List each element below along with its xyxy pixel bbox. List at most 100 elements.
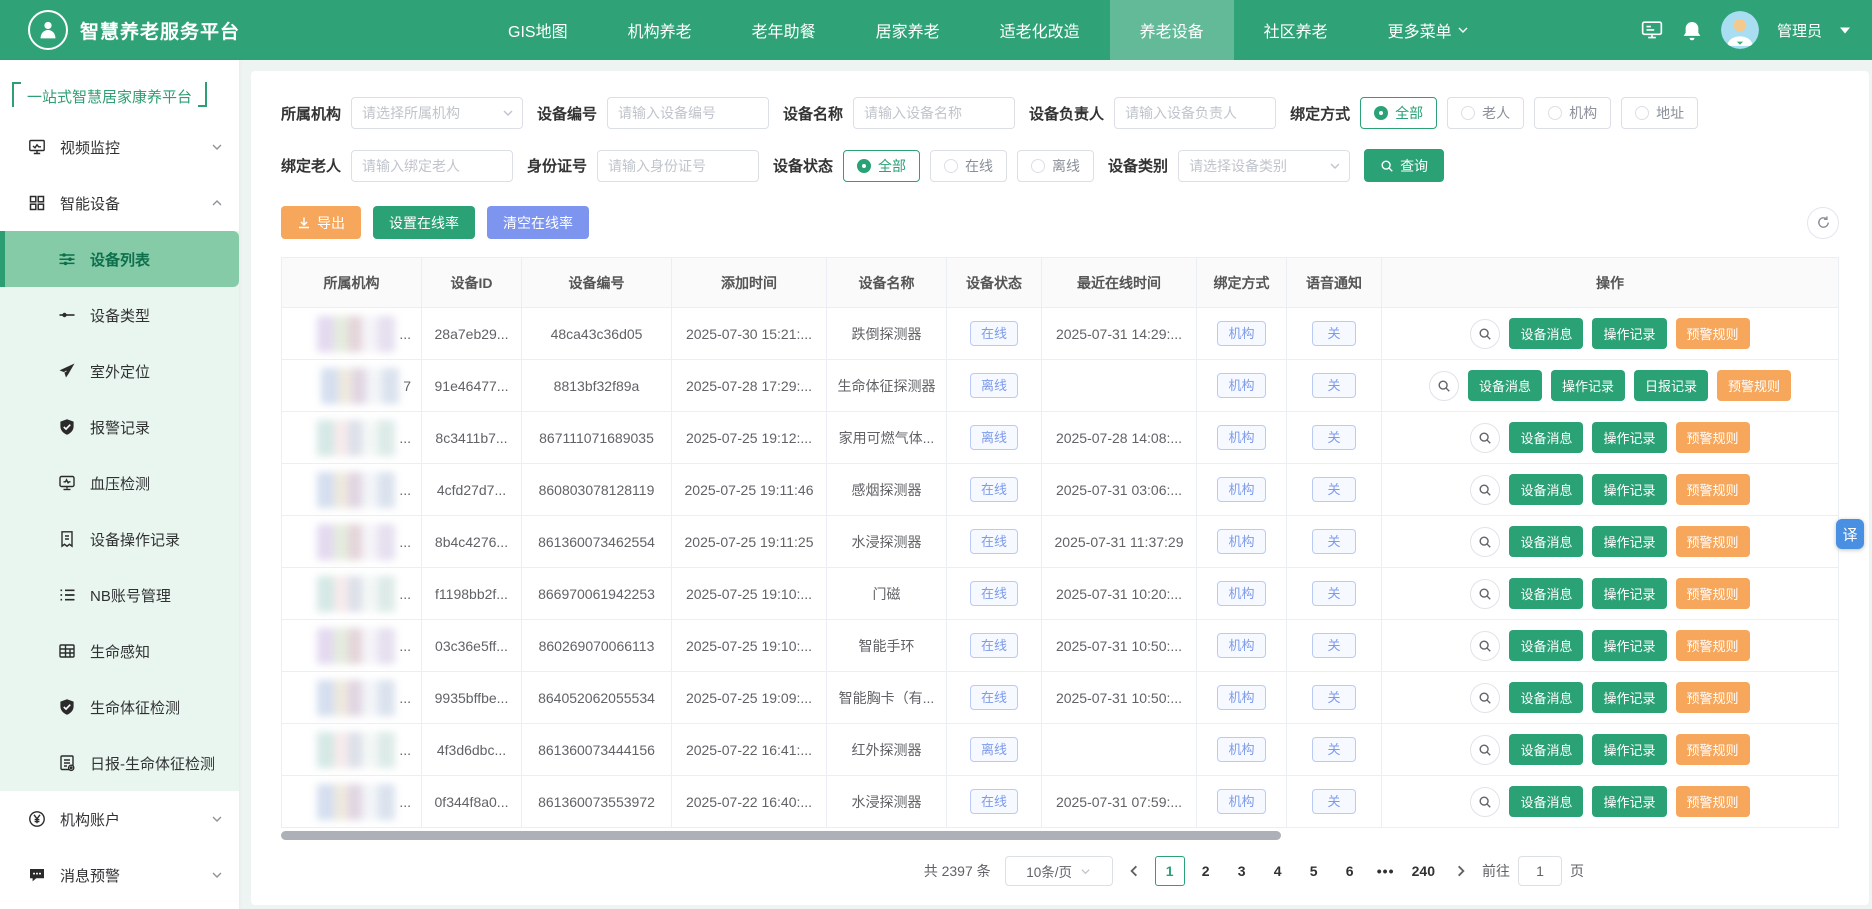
row-action-button[interactable]: 预警规则 xyxy=(1675,422,1750,453)
row-action-button[interactable]: 设备消息 xyxy=(1509,318,1584,349)
page-number[interactable]: 240 xyxy=(1407,856,1440,886)
page-number[interactable]: 4 xyxy=(1263,856,1293,886)
sidebar-subitem[interactable]: 室外定位 xyxy=(0,343,239,399)
row-action-button[interactable]: 预警规则 xyxy=(1675,474,1750,505)
bind-mode-option[interactable]: 地址 xyxy=(1621,97,1699,129)
sidebar-subitem[interactable]: 报警记录 xyxy=(0,399,239,455)
row-action-button[interactable]: 操作记录 xyxy=(1592,682,1667,713)
nav-item[interactable]: 社区养老 xyxy=(1234,0,1358,60)
row-action-button[interactable]: 操作记录 xyxy=(1592,422,1667,453)
export-button[interactable]: 导出 xyxy=(281,206,361,239)
row-search-button[interactable] xyxy=(1428,370,1459,401)
row-action-button[interactable]: 操作记录 xyxy=(1592,786,1667,817)
row-action-button[interactable]: 设备消息 xyxy=(1509,630,1584,661)
org-select[interactable]: 请选择所属机构 xyxy=(351,97,524,129)
avatar[interactable] xyxy=(1720,11,1759,49)
row-action-button[interactable]: 预警规则 xyxy=(1675,318,1750,349)
row-action-button[interactable]: 预警规则 xyxy=(1675,630,1750,661)
device-status-option[interactable]: 离线 xyxy=(1017,149,1095,182)
row-action-button[interactable]: 预警规则 xyxy=(1675,682,1750,713)
row-search-button[interactable] xyxy=(1470,526,1501,557)
device-type-select[interactable]: 请选择设备类别 xyxy=(1178,149,1351,182)
data-screen-icon[interactable] xyxy=(1641,20,1663,40)
bind-mode-option[interactable]: 机构 xyxy=(1534,97,1612,129)
sidebar-item[interactable]: 机构账户 xyxy=(0,791,239,847)
next-page-button[interactable] xyxy=(1454,864,1468,878)
id-card-input[interactable] xyxy=(597,149,760,182)
row-action-button[interactable]: 预警规则 xyxy=(1675,578,1750,609)
nav-item[interactable]: 老年助餐 xyxy=(722,0,846,60)
table-horizontal-scrollbar[interactable] xyxy=(281,831,1281,840)
row-action-button[interactable]: 设备消息 xyxy=(1509,474,1584,505)
row-action-button[interactable]: 操作记录 xyxy=(1592,630,1667,661)
sidebar-subitem[interactable]: 生命体征检测 xyxy=(0,679,239,735)
nav-item[interactable]: 适老化改造 xyxy=(970,0,1110,60)
set-online-rate-button[interactable]: 设置在线率 xyxy=(373,206,475,239)
page-number[interactable]: 6 xyxy=(1335,856,1365,886)
page-number[interactable]: 2 xyxy=(1191,856,1221,886)
nav-item[interactable]: 更多菜单 xyxy=(1358,0,1499,60)
row-action-button[interactable]: 预警规则 xyxy=(1675,526,1750,557)
sidebar-subitem[interactable]: 设备类型 xyxy=(0,287,239,343)
bind-mode-option[interactable]: 老人 xyxy=(1447,97,1525,129)
clear-online-rate-button[interactable]: 清空在线率 xyxy=(487,206,589,239)
device-status-option[interactable]: 全部 xyxy=(843,149,921,182)
translate-fab[interactable]: 译 xyxy=(1836,519,1864,549)
row-action-button[interactable]: 操作记录 xyxy=(1592,474,1667,505)
chevron-down-icon[interactable] xyxy=(1840,27,1850,34)
row-search-button[interactable] xyxy=(1470,734,1501,765)
row-action-button[interactable]: 操作记录 xyxy=(1592,318,1667,349)
row-action-button[interactable]: 预警规则 xyxy=(1675,786,1750,817)
prev-page-button[interactable] xyxy=(1127,864,1141,878)
row-action-button[interactable]: 预警规则 xyxy=(1675,734,1750,765)
page-number[interactable]: 1 xyxy=(1154,856,1185,886)
bind-mode-option[interactable]: 全部 xyxy=(1360,97,1438,129)
nav-item[interactable]: GIS地图 xyxy=(478,0,598,60)
sidebar-subitem[interactable]: 血压检测 xyxy=(0,455,239,511)
bell-icon[interactable] xyxy=(1681,20,1703,41)
row-action-button[interactable]: 设备消息 xyxy=(1509,526,1584,557)
row-action-button[interactable]: 设备消息 xyxy=(1509,682,1584,713)
row-action-button[interactable]: 操作记录 xyxy=(1592,526,1667,557)
page-number[interactable]: 5 xyxy=(1299,856,1329,886)
refresh-button[interactable] xyxy=(1807,206,1839,239)
row-search-button[interactable] xyxy=(1470,682,1501,713)
user-name[interactable]: 管理员 xyxy=(1777,20,1822,41)
row-action-button[interactable]: 设备消息 xyxy=(1509,422,1584,453)
bind-elder-input[interactable] xyxy=(351,149,514,182)
sidebar-subitem[interactable]: 日报-生命体征检测 xyxy=(0,735,239,791)
nav-item[interactable]: 养老设备 xyxy=(1109,0,1234,60)
sidebar-item[interactable]: 消息预警 xyxy=(0,847,239,903)
row-action-button[interactable]: 操作记录 xyxy=(1592,734,1667,765)
row-action-button[interactable]: 设备消息 xyxy=(1467,370,1542,401)
search-button[interactable]: 查询 xyxy=(1364,149,1445,182)
device-name-input[interactable] xyxy=(853,97,1016,129)
row-search-button[interactable] xyxy=(1470,474,1501,505)
row-action-button[interactable]: 操作记录 xyxy=(1550,370,1625,401)
device-status-option[interactable]: 在线 xyxy=(930,149,1008,182)
sidebar-subitem[interactable]: 生命感知 xyxy=(0,623,239,679)
row-search-button[interactable] xyxy=(1470,786,1501,817)
row-action-button[interactable]: 预警规则 xyxy=(1717,370,1792,401)
row-search-button[interactable] xyxy=(1470,318,1501,349)
row-action-button[interactable]: 设备消息 xyxy=(1509,734,1584,765)
sidebar-subitem[interactable]: NB账号管理 xyxy=(0,567,239,623)
row-action-button[interactable]: 设备消息 xyxy=(1509,786,1584,817)
page-jump-input[interactable] xyxy=(1518,856,1562,886)
sidebar-item[interactable]: 智能设备 xyxy=(0,175,239,231)
row-search-button[interactable] xyxy=(1470,630,1501,661)
sidebar-item[interactable]: 视频监控 xyxy=(0,119,239,175)
device-no-input[interactable] xyxy=(607,97,770,129)
page-number[interactable]: 3 xyxy=(1227,856,1257,886)
row-action-button[interactable]: 日报记录 xyxy=(1634,370,1709,401)
row-search-button[interactable] xyxy=(1470,422,1501,453)
row-action-button[interactable]: 操作记录 xyxy=(1592,578,1667,609)
row-search-button[interactable] xyxy=(1470,578,1501,609)
nav-item[interactable]: 机构养老 xyxy=(598,0,722,60)
nav-item[interactable]: 居家养老 xyxy=(846,0,970,60)
sidebar-subitem[interactable]: 设备列表 xyxy=(0,231,239,287)
sidebar-subitem[interactable]: 设备操作记录 xyxy=(0,511,239,567)
device-owner-input[interactable] xyxy=(1114,97,1277,129)
page-size-select[interactable]: 10条/页 xyxy=(1004,856,1113,886)
row-action-button[interactable]: 设备消息 xyxy=(1509,578,1584,609)
